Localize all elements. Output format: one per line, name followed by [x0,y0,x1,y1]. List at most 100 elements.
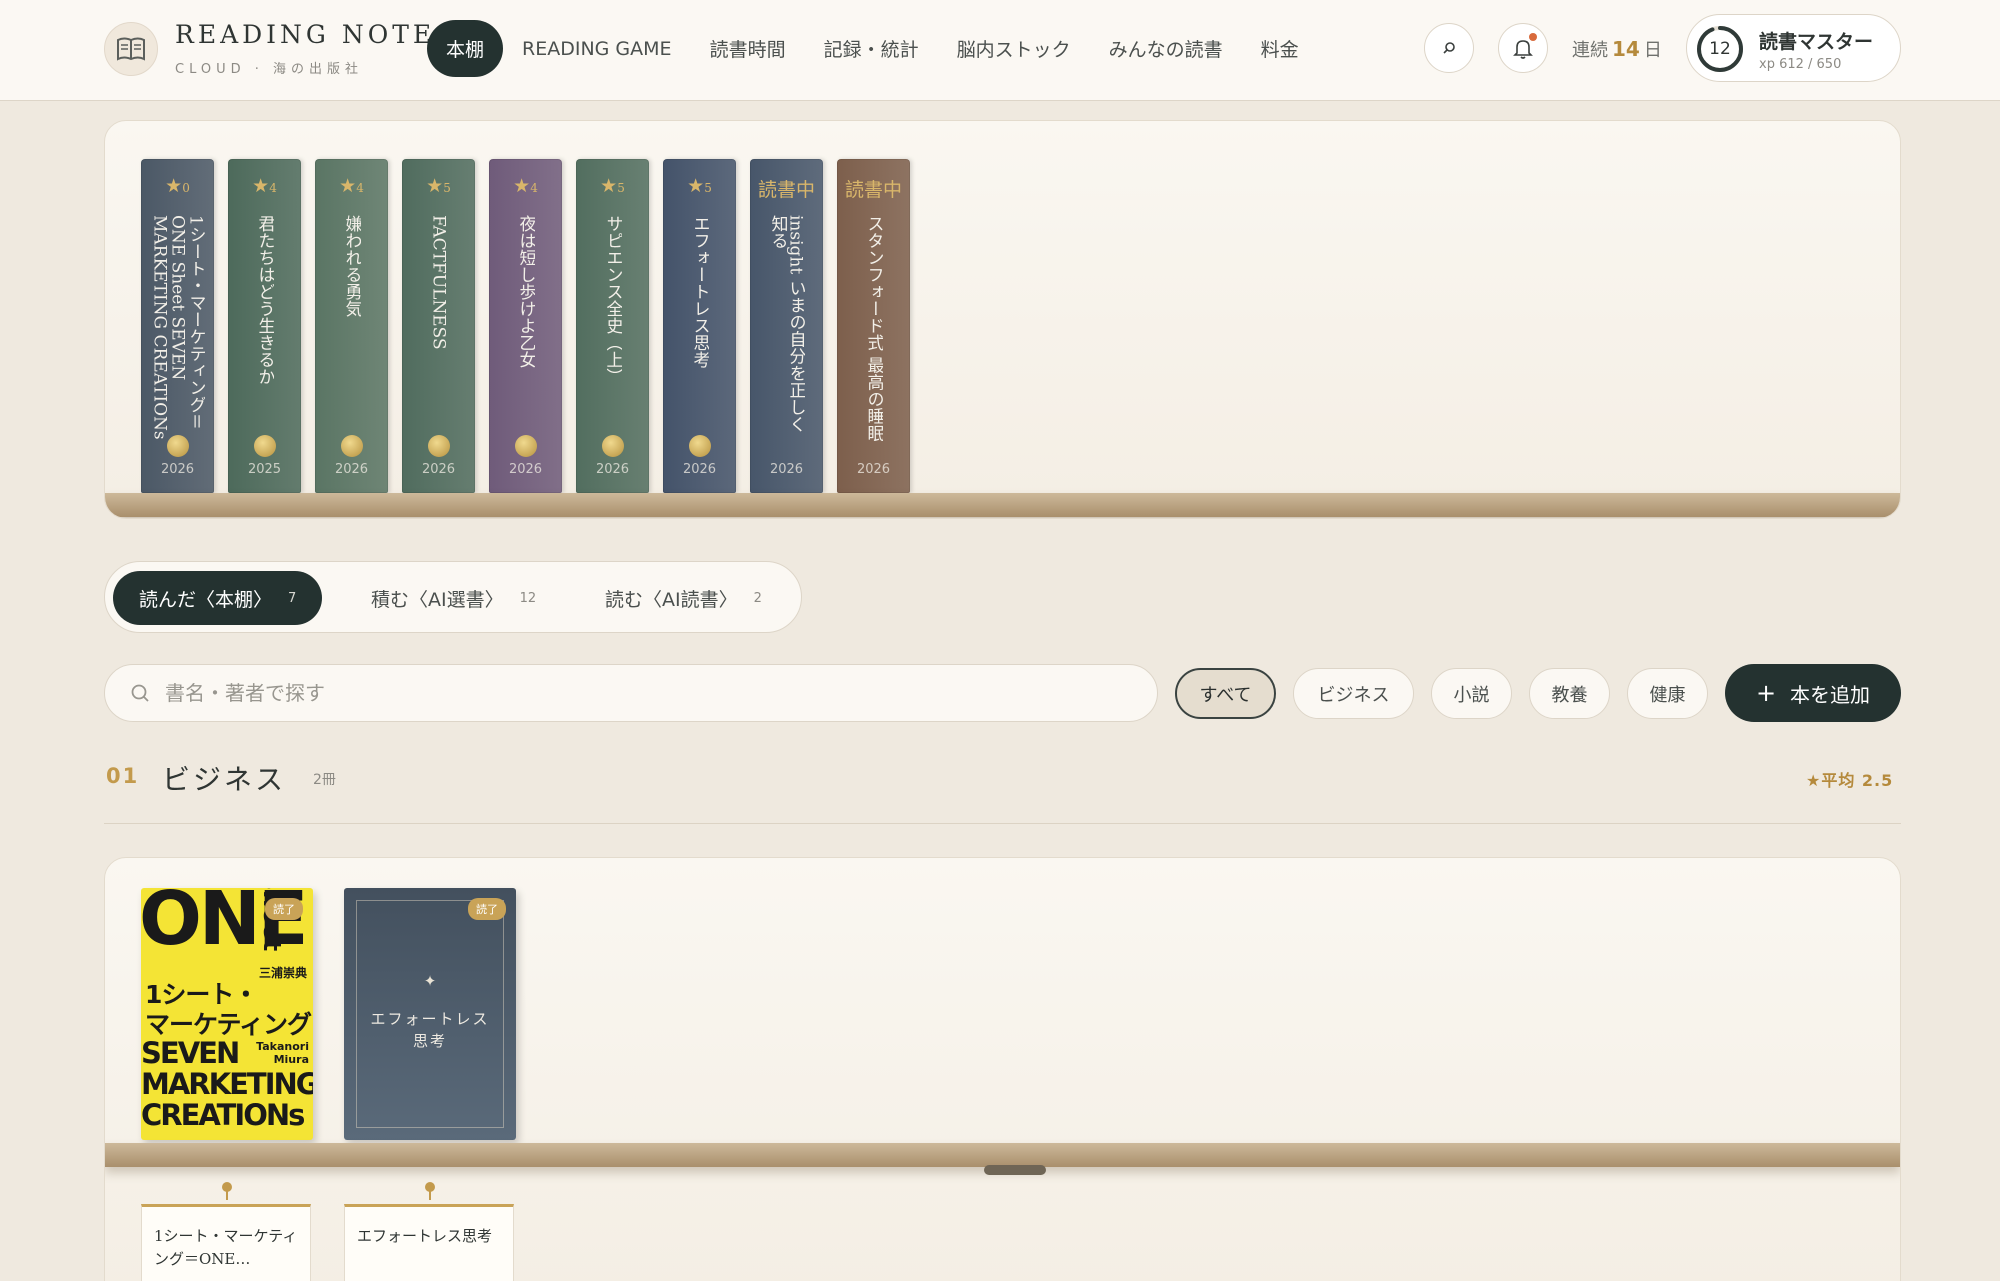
add-book-label: 本を追加 [1790,682,1871,707]
spine-rating: ★5 [426,175,451,197]
filter-business[interactable]: ビジネス [1293,668,1414,719]
spine-rating: ★4 [339,175,364,197]
search-input[interactable] [165,665,1135,721]
tab-stack-label: 積む〈AI選書〉 [371,588,504,611]
tab-reading-label: 読む〈AI読書〉 [605,588,738,611]
nav-bookshelf[interactable]: 本棚 [427,20,504,77]
section-divider [104,823,1901,824]
book-card-effortless[interactable]: エフォートレス思考 [344,1204,514,1281]
spine-title: 嫌われる勇気 [342,215,361,317]
section-title: ビジネス [162,763,287,796]
profile-level-chip[interactable]: 12 読書マスター xp 612 / 650 [1686,14,1901,82]
book-search [104,664,1158,722]
book-cover-effortless[interactable]: ✦ エフォートレス 思考 読了 [344,888,516,1140]
shelf-board [105,493,1900,517]
gold-medal-icon [253,435,276,457]
spine-year: 2026 [508,462,543,477]
book-cover-one-sheet[interactable]: ONE Sheet 三浦崇典 1シート・ マーケティング SEVEN MARKE… [141,888,313,1140]
book-logo-icon[interactable] [104,22,158,76]
add-book-button[interactable]: + 本を追加 [1725,664,1901,722]
card-pin [425,1182,435,1200]
tab-stack[interactable]: 積む〈AI選書〉 12 [371,571,536,625]
filter-culture[interactable]: 教養 [1529,668,1610,719]
shelf-tabs: 読んだ〈本棚〉 7 積む〈AI選書〉 12 読む〈AI読書〉 2 [104,561,802,633]
spine-title: スタンフォード式 最高の睡眠 [864,215,883,442]
app-title: READING NOTE [175,20,436,49]
spine-title: エフォートレス思考 [690,215,709,368]
book-spine[interactable]: ★4 嫌われる勇気 2026 [315,159,388,493]
tab-read-count: 7 [288,590,297,606]
cover-jp-title: 1シート・ マーケティング [145,980,312,1040]
spine-year: 2026 [160,462,195,477]
nav-stats[interactable]: 記録・統計 [805,20,938,77]
cover-title-line-1: エフォートレス [370,1010,490,1028]
section-number: 01 [106,764,140,788]
nav-brain-stock[interactable]: 脳内ストック [938,20,1090,77]
section-count: 2冊 [313,772,336,788]
search-icon [131,684,149,702]
book-spine[interactable]: ★4 君たちはどう生きるか 2025 [228,159,301,493]
book-spine[interactable]: ★5 エフォートレス思考 2026 [663,159,736,493]
gold-medal-icon [514,435,537,457]
cover-en-line-3: CREATIONs [141,1098,305,1132]
book-spine[interactable]: ★0 1シート・マーケティング＝ONE Sheet SEVEN MARKETING… [141,159,214,493]
gold-medal-icon [427,435,450,457]
tab-read-label: 読んだ〈本棚〉 [139,588,273,611]
spine-status: 読書中 [757,179,815,201]
book-spine[interactable]: 読書中 insight いまの自分を正しく知る 2026 [750,159,823,493]
main-nav: 本棚 READING GAME 読書時間 記録・統計 脳内ストック みんなの読書… [427,20,1318,77]
scroll-handle[interactable] [984,1165,1046,1175]
notification-button[interactable] [1498,23,1548,73]
xp-value: xp 612 / 650 [1759,57,1842,72]
spine-year: 2026 [595,462,630,477]
spine-year: 2026 [856,462,891,477]
cover-en-line-2: MARKETING [141,1067,313,1101]
spine-status: 読書中 [844,179,902,201]
status-badge: 読了 [265,898,303,920]
streak-label: 連続 [1572,40,1608,61]
book-spine[interactable]: 読書中スタンフォード式 最高の睡眠 2026 [837,159,910,493]
app-header: READING NOTE CLOUD · 海の出版社 本棚 READING GA… [0,0,2000,101]
card-pin [222,1182,232,1200]
spine-rating: ★5 [600,175,625,197]
tab-reading-count: 2 [753,590,762,606]
spine-year: 2026 [334,462,369,477]
spine-rating: ★5 [687,175,712,197]
gold-medal-icon [166,435,189,457]
business-shelf: ONE Sheet 三浦崇典 1シート・ マーケティング SEVEN MARKE… [104,857,1901,1281]
spine-rating: ★4 [252,175,277,197]
nav-reading-time[interactable]: 読書時間 [691,20,805,77]
tab-stack-count: 12 [519,590,537,606]
filter-health[interactable]: 健康 [1627,668,1708,719]
streak-counter: 連続 14 日 [1572,36,1662,62]
bookshelf-spines: ★0 1シート・マーケティング＝ONE Sheet SEVEN MARKETING… [104,120,1901,519]
book-spine[interactable]: ★5 サピエンス全史（上） 2026 [576,159,649,493]
shelf-board [105,1143,1900,1167]
level-number: 12 [1709,39,1731,59]
spine-year: 2026 [769,462,804,477]
nav-pricing[interactable]: 料金 [1242,20,1318,77]
search-button[interactable] [1424,23,1474,73]
tab-read[interactable]: 読んだ〈本棚〉 7 [113,571,323,625]
filter-novel[interactable]: 小説 [1431,668,1512,719]
filter-all[interactable]: すべて [1175,668,1276,719]
spine-title: サピエンス全史（上） [603,215,622,385]
gold-medal-icon [688,435,711,457]
book-spine[interactable]: ★4 夜は短し歩けよ乙女 2026 [489,159,562,493]
status-badge: 読了 [468,898,506,920]
cover-en-author: Takanori Miura [256,1040,309,1066]
spine-title: 夜は短し歩けよ乙女 [516,215,535,368]
spine-title: 1シート・マーケティング＝ONE Sheet SEVEN MARKETING C… [150,215,205,440]
nav-reading-game[interactable]: READING GAME [503,20,691,77]
gold-medal-icon [601,435,624,457]
spine-rating: ★4 [513,175,538,197]
nav-community[interactable]: みんなの読書 [1090,20,1242,77]
book-spine[interactable]: ★5 FACTFULNESS 2026 [402,159,475,493]
plus-icon: + [1755,679,1777,707]
tab-reading[interactable]: 読む〈AI読書〉 2 [605,571,762,625]
spine-title: 君たちはどう生きるか [255,215,274,385]
spine-year: 2025 [247,462,282,477]
book-card-one-sheet[interactable]: 1シート・マーケティング＝ONE… [141,1204,311,1281]
cover-jp-line-1: 1シート・ [145,980,258,1009]
search-icon [1443,42,1455,54]
